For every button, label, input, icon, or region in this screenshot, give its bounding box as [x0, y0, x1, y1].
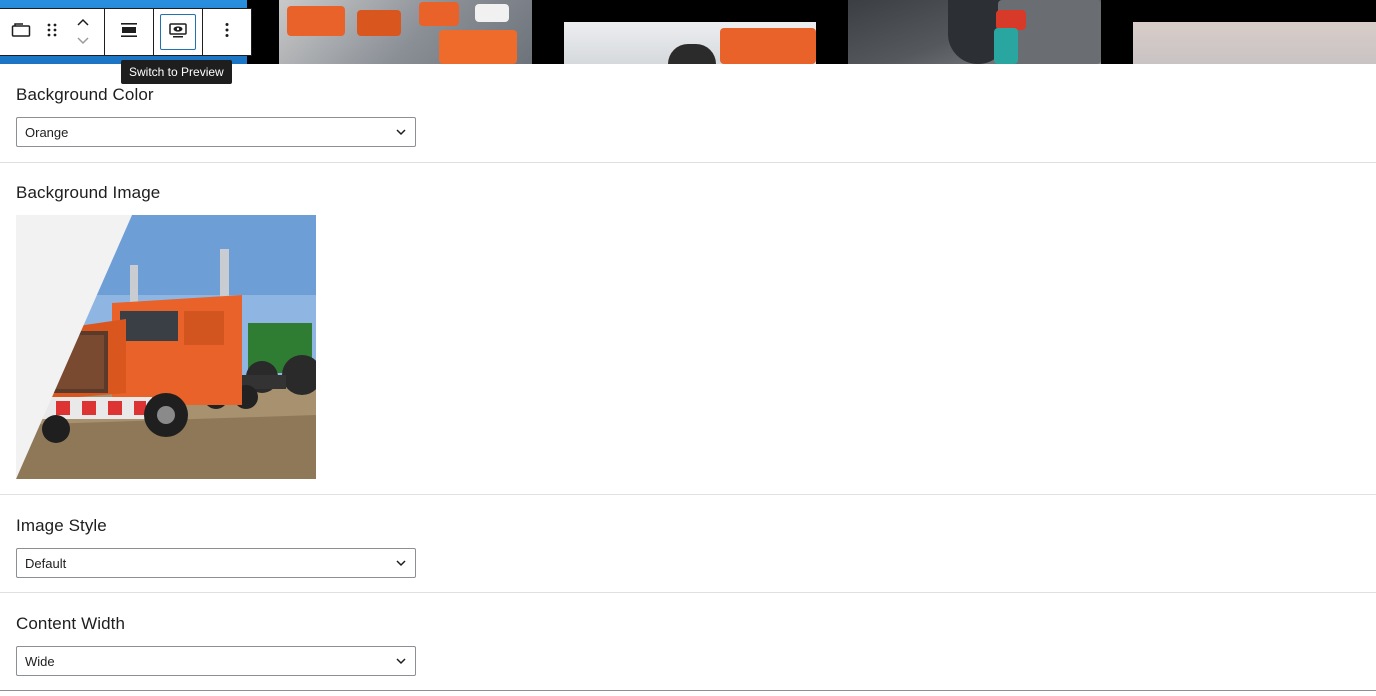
- chevron-down-icon: [395, 557, 407, 569]
- image-style-label: Image Style: [16, 516, 107, 535]
- background-image-label: Background Image: [16, 183, 161, 202]
- focus-ring: [160, 14, 196, 50]
- block-settings-panel: Background Color Orange Background Image: [0, 64, 1376, 691]
- thumbnail-image: [279, 0, 532, 64]
- block-controls-group: [0, 9, 105, 55]
- move-up-button[interactable]: [73, 17, 93, 29]
- content-width-section: Content Width Wide: [0, 593, 1376, 691]
- image-style-select[interactable]: Default: [16, 548, 416, 578]
- background-color-label: Background Color: [16, 85, 154, 104]
- content-width-select[interactable]: Wide: [16, 646, 416, 676]
- background-image-section: Background Image: [0, 163, 1376, 495]
- preview-group: [154, 9, 203, 55]
- block-toolbar: [0, 8, 252, 56]
- image-style-section: Image Style Default: [0, 495, 1376, 593]
- align-wide-icon: [120, 22, 138, 43]
- content-width-value: Wide: [25, 653, 55, 669]
- background-color-section: Background Color Orange: [0, 64, 1376, 163]
- more-vertical-icon: [225, 22, 229, 43]
- background-image-preview[interactable]: [16, 215, 316, 479]
- drag-handle[interactable]: [42, 9, 62, 55]
- align-group: [105, 9, 154, 55]
- background-color-value: Orange: [25, 124, 69, 140]
- switch-to-preview-button[interactable]: [154, 9, 202, 55]
- preview-eye-icon: [168, 22, 188, 43]
- align-button[interactable]: [105, 9, 153, 55]
- thumbnail-image: [1133, 22, 1376, 64]
- more-options-button[interactable]: [203, 9, 251, 55]
- chevron-up-icon: [76, 14, 90, 32]
- thumbnail-image: [564, 22, 816, 64]
- block-icon: [11, 22, 31, 43]
- background-color-select[interactable]: Orange: [16, 117, 416, 147]
- content-width-label: Content Width: [16, 614, 126, 633]
- move-down-button[interactable]: [73, 35, 93, 47]
- block-mover: [62, 9, 104, 55]
- block-type-button[interactable]: [0, 9, 42, 55]
- options-group: [203, 9, 251, 55]
- chevron-down-icon: [395, 655, 407, 667]
- thumbnail-image: [848, 0, 1101, 64]
- truck-photo: [16, 215, 316, 479]
- chevron-down-icon: [395, 126, 407, 138]
- drag-handle-icon: [47, 22, 57, 43]
- chevron-down-icon: [76, 32, 90, 50]
- image-style-value: Default: [25, 555, 67, 571]
